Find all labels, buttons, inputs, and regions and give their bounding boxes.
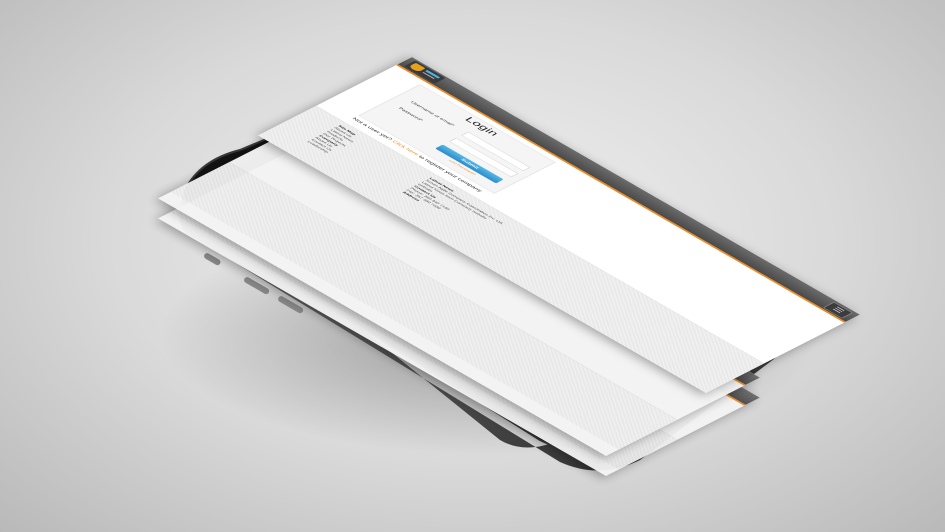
volume-button <box>204 253 221 266</box>
sitemap-column: Site Map About Us Latest News Products O… <box>306 125 363 155</box>
password-label: Password* <box>397 107 424 122</box>
